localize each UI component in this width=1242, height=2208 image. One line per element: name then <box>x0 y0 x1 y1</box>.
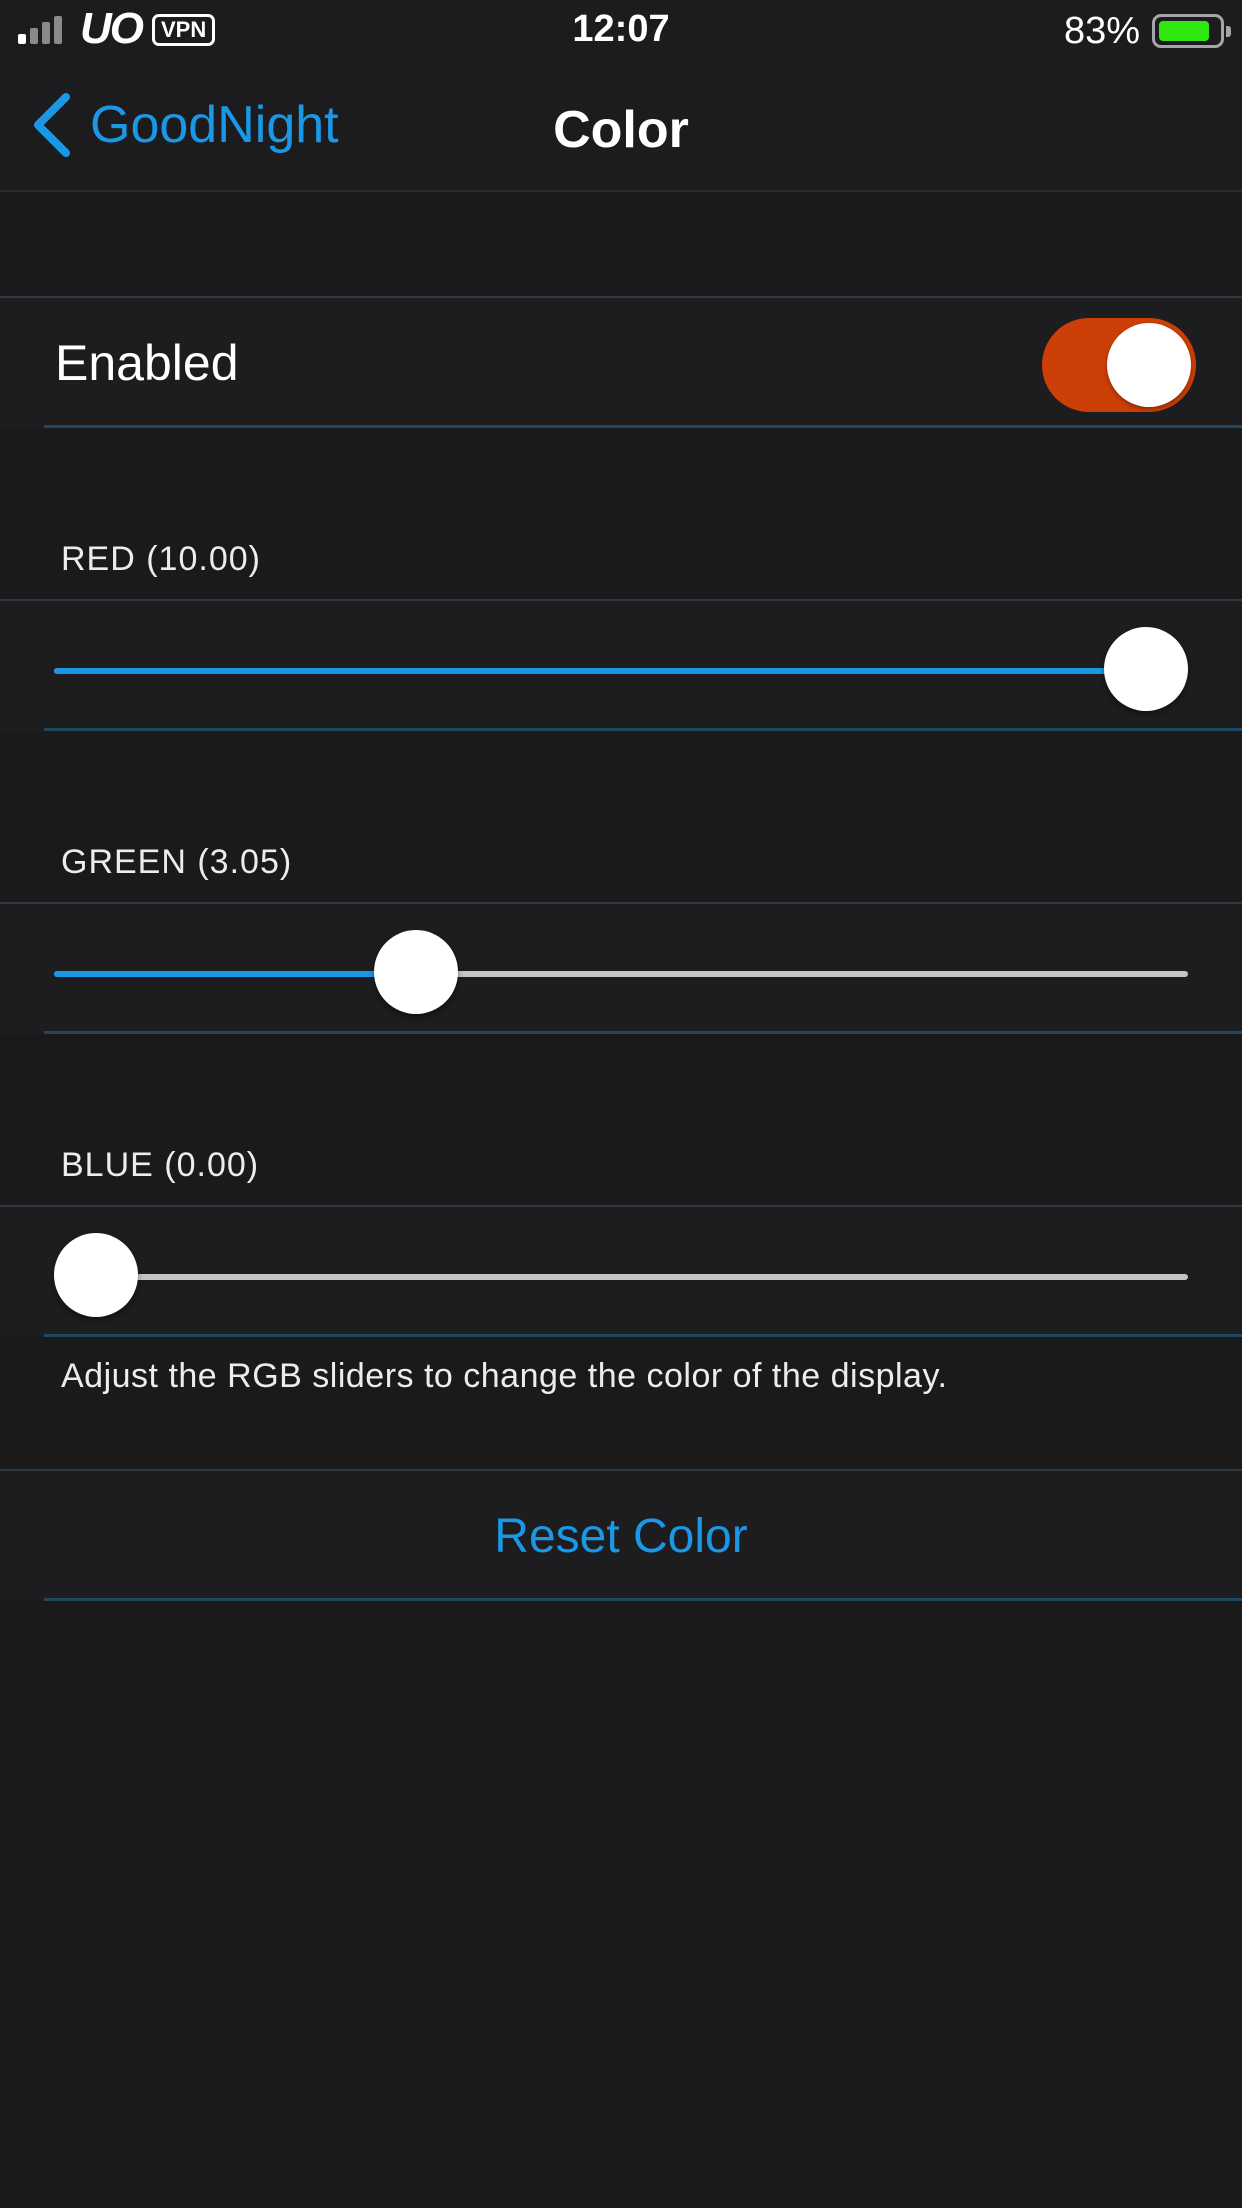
section-footer-note: Adjust the RGB sliders to change the col… <box>61 1357 948 1395</box>
enabled-label: Enabled <box>55 335 239 391</box>
battery-percentage: 83% <box>1063 10 1140 52</box>
status-bar: UO VPN 12:07 83% <box>0 0 1242 62</box>
blue-slider-thumb[interactable] <box>54 1233 138 1317</box>
battery-level <box>1159 21 1209 41</box>
red-section-header: RED (10.00) <box>61 540 261 578</box>
red-slider-thumb[interactable] <box>1104 627 1188 711</box>
navigation-bar: GoodNight Color <box>0 62 1242 192</box>
enabled-switch[interactable] <box>1042 318 1196 412</box>
green-section-header: GREEN (3.05) <box>61 843 293 881</box>
reset-color-button[interactable]: Reset Color <box>0 1471 1242 1601</box>
red-slider-cell <box>0 601 1242 731</box>
green-slider-fill <box>54 971 417 977</box>
red-slider-fill <box>54 668 1146 674</box>
switch-knob <box>1107 323 1191 407</box>
green-slider-cell <box>0 904 1242 1034</box>
green-slider-thumb[interactable] <box>374 930 459 1014</box>
screen: UO VPN 12:07 83% GoodNight Color Enabled… <box>0 0 1242 2208</box>
reset-color-label: Reset Color <box>494 1510 748 1563</box>
status-time: 12:07 <box>572 8 670 50</box>
green-slider-track[interactable] <box>54 971 1188 977</box>
blue-section-header: BLUE (0.00) <box>61 1146 260 1184</box>
battery-icon <box>1152 14 1231 48</box>
page-title: Color <box>553 101 689 159</box>
enabled-cell: Enabled <box>0 298 1242 428</box>
red-slider-track[interactable] <box>54 668 1188 674</box>
blue-slider-cell <box>0 1207 1242 1337</box>
blue-slider-track[interactable] <box>54 1274 1188 1280</box>
